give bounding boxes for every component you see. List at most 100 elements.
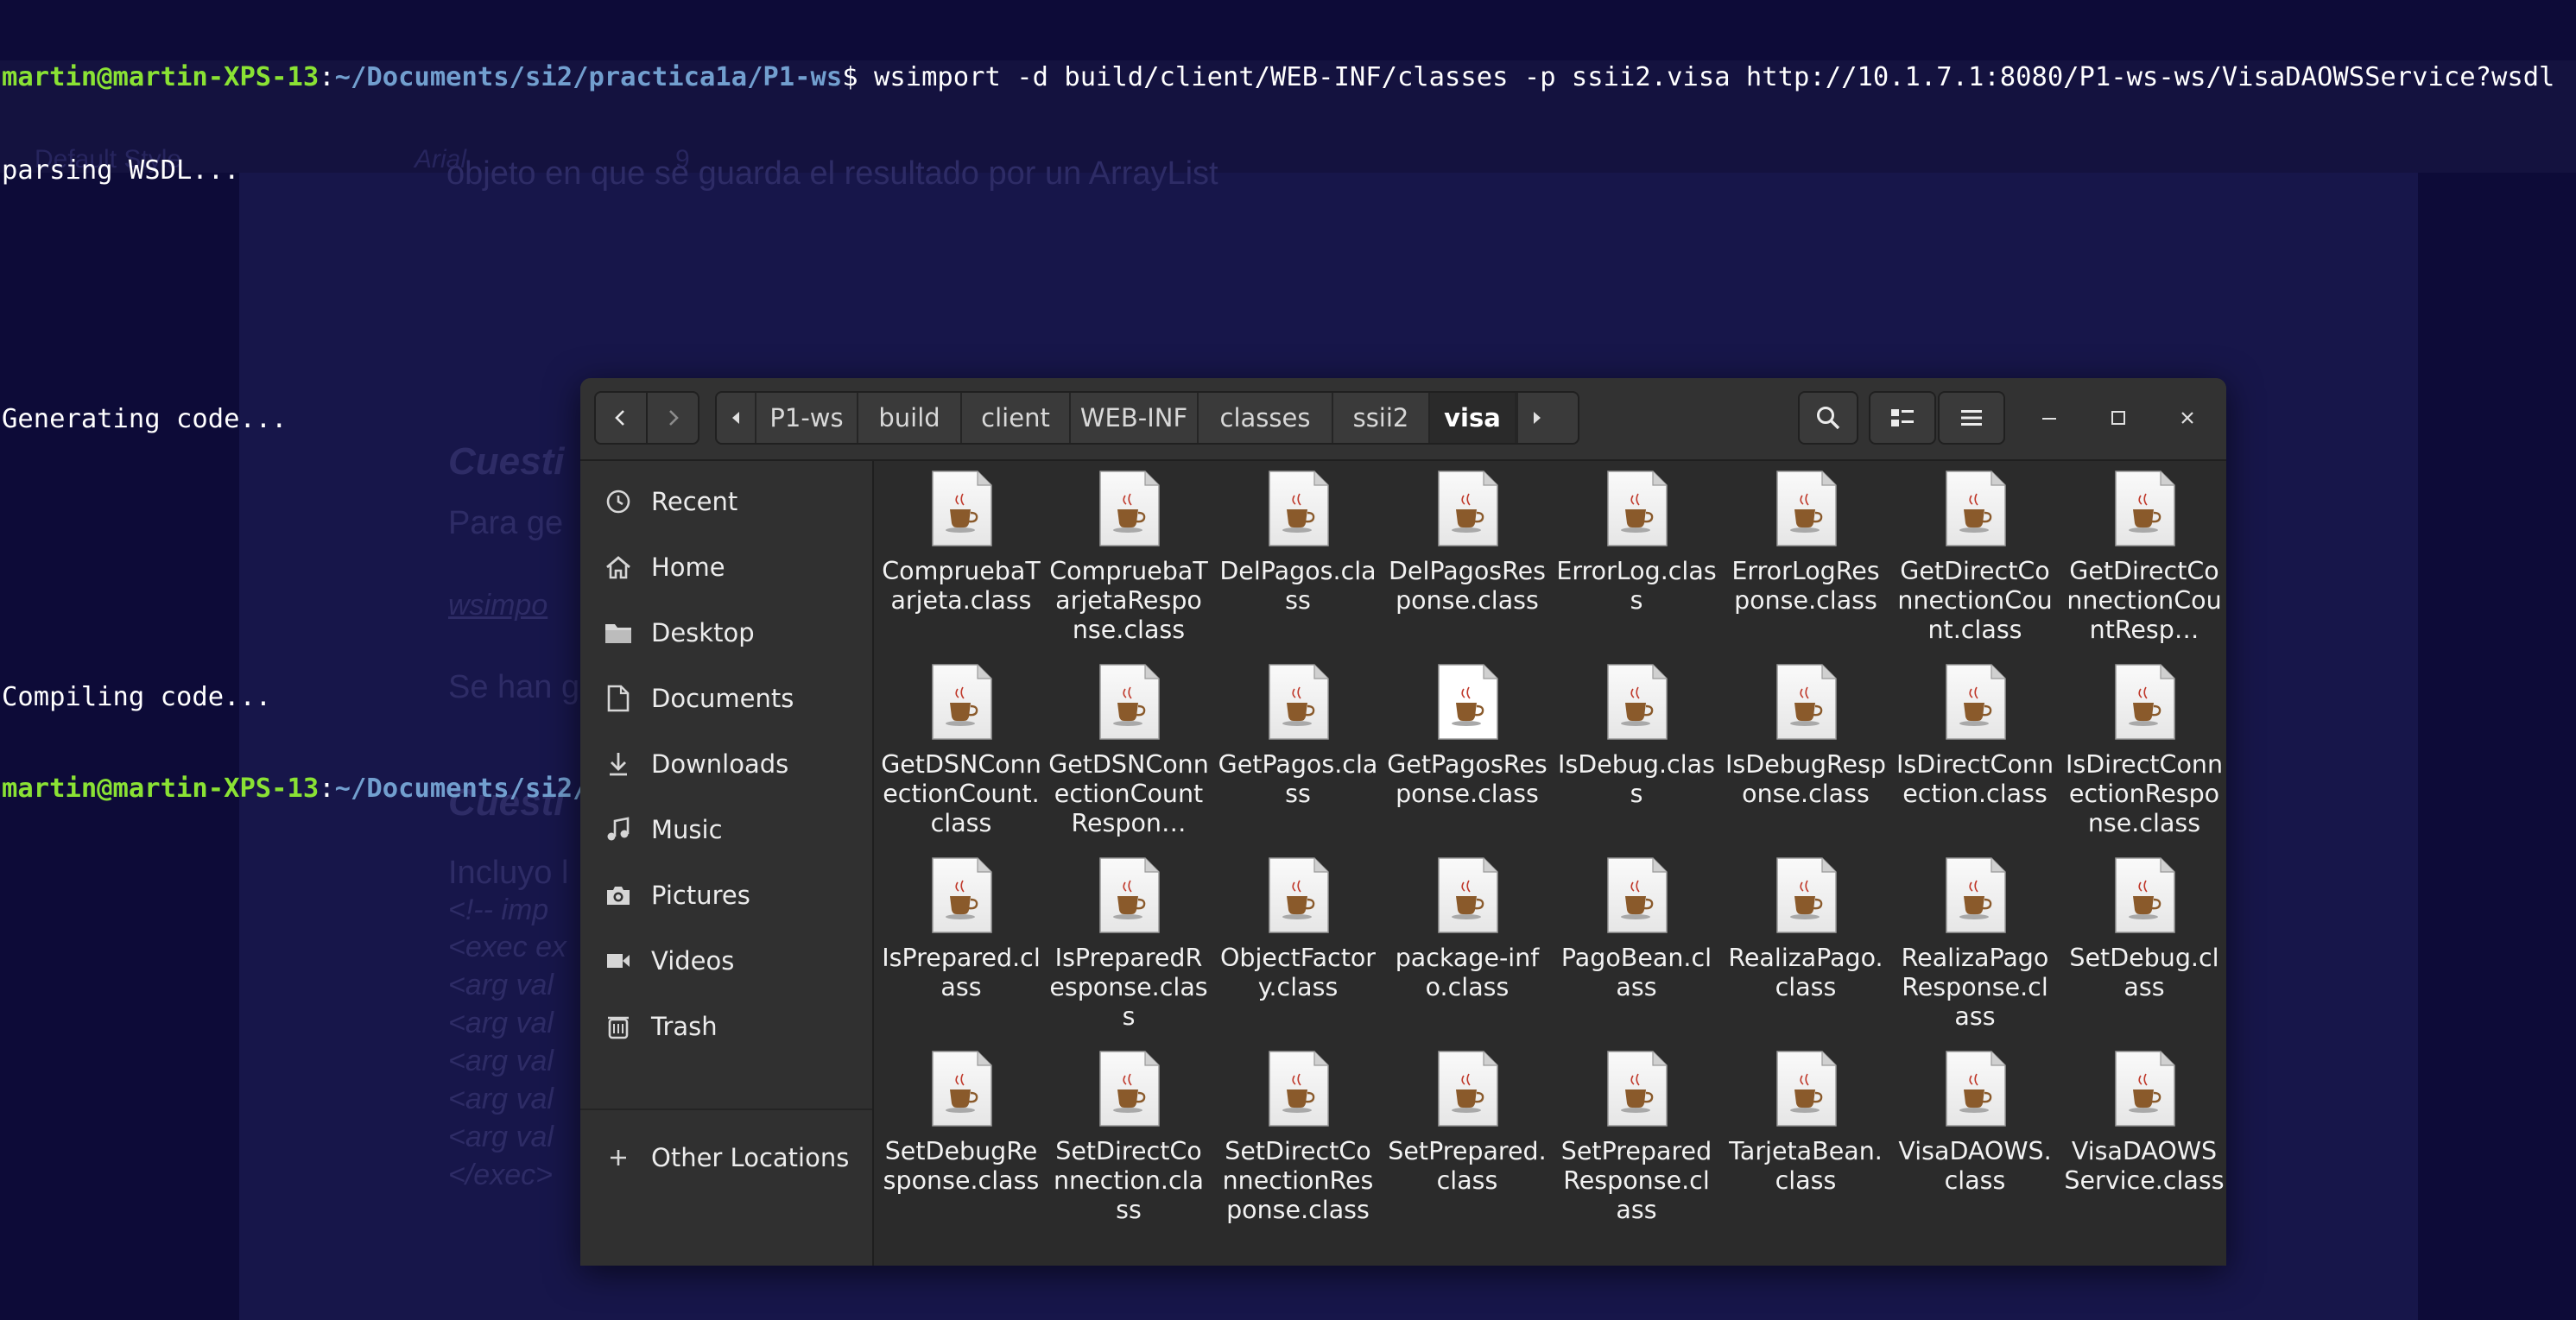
sidebar-item-home[interactable]: Home xyxy=(580,537,872,597)
file-item[interactable]: SetPrepare​dResponse.​class xyxy=(1556,1050,1717,1257)
file-item[interactable]: TarjetaBea​n.class xyxy=(1725,1050,1886,1257)
file-name: SetDebugR​esponse.​class xyxy=(883,1137,1040,1195)
breadcrumb-web-inf[interactable]: WEB-INF xyxy=(1071,393,1199,443)
back-button[interactable] xyxy=(594,391,648,445)
file-item[interactable]: IsDirectCon​nection.​class xyxy=(1895,663,2055,870)
file-item[interactable]: GetPagos.​class xyxy=(1218,663,1378,870)
prompt-dollar: $ xyxy=(842,62,874,92)
home-icon xyxy=(603,552,634,583)
file-item[interactable]: ObjectFact​ory.class xyxy=(1218,856,1378,1064)
view-toggle-button[interactable] xyxy=(1869,391,1936,445)
file-item[interactable]: ErrorLog.​class xyxy=(1556,470,1717,677)
file-item[interactable]: PagoBean.​class xyxy=(1556,856,1717,1064)
java-class-file-icon xyxy=(1269,857,1329,933)
file-item[interactable]: RealizaPag​oResponse.​class xyxy=(1895,856,2055,1064)
java-class-file-icon xyxy=(1438,1051,1498,1127)
background-code-line: <arg val xyxy=(448,1121,554,1153)
sidebar-item-label: Other Locations xyxy=(651,1143,850,1172)
file-item[interactable]: Comprueba​Tarjeta.​class xyxy=(881,470,1041,677)
file-item[interactable]: IsPrepared.​class xyxy=(881,856,1041,1064)
breadcrumb-ssii2[interactable]: ssii2 xyxy=(1333,393,1430,443)
file-name: IsDebug.​class xyxy=(1558,750,1715,808)
file-manager-window: P1-ws build client WEB-INF classes ssii2… xyxy=(580,378,2226,1266)
breadcrumb-build[interactable]: build xyxy=(858,393,962,443)
file-item[interactable]: GetDSNCon​nectionCou​ntRespon… xyxy=(1048,663,1209,870)
java-class-file-icon xyxy=(1269,1051,1329,1127)
music-icon xyxy=(603,814,634,845)
sidebar-item-documents[interactable]: Documents xyxy=(580,668,872,729)
file-item[interactable]: RealizaPag​o.class xyxy=(1725,856,1886,1064)
file-item[interactable]: Comprueba​TarjetaRes​ponse.class xyxy=(1048,470,1209,677)
file-name: ErrorLogRe​sponse.​class xyxy=(1731,557,1880,615)
file-item[interactable]: IsDebug.​class xyxy=(1556,663,1717,870)
maximize-button[interactable] xyxy=(2092,391,2145,445)
sidebar-item-desktop[interactable]: Desktop xyxy=(580,603,872,663)
file-item[interactable]: VisaDAOW​S.class xyxy=(1895,1050,2055,1257)
menu-button[interactable] xyxy=(1938,391,2005,445)
java-class-file-icon xyxy=(1099,1051,1160,1127)
sidebar-item-label: Documents xyxy=(651,684,794,713)
file-item[interactable]: ErrorLogRe​sponse.​class xyxy=(1725,470,1886,677)
sidebar-item-label: Videos xyxy=(651,946,735,976)
file-item[interactable]: DelPagosR​esponse.​class xyxy=(1387,470,1547,677)
file-item[interactable]: VisaDAOW​SService.​class xyxy=(2064,1050,2225,1257)
chevron-right-icon xyxy=(669,410,679,426)
sidebar-item-music[interactable]: Music xyxy=(580,799,872,860)
java-class-file-icon xyxy=(932,664,992,740)
sidebar-item-label: Recent xyxy=(651,487,738,516)
file-name: TarjetaBea​n.class xyxy=(1729,1137,1883,1195)
breadcrumb-p1-ws[interactable]: P1-ws xyxy=(756,393,858,443)
java-class-file-icon xyxy=(1776,664,1837,740)
forward-button[interactable] xyxy=(646,391,699,445)
background-code-line: <arg val xyxy=(448,1045,554,1077)
file-item[interactable]: SetDirectC​onnectionR​esponse.​class xyxy=(1218,1050,1378,1257)
java-class-file-icon xyxy=(1099,664,1160,740)
background-code-line: <arg val xyxy=(448,969,554,1001)
file-item[interactable]: IsPrepared​Response.​class xyxy=(1048,856,1209,1064)
sidebar-item-downloads[interactable]: Downloads xyxy=(580,734,872,794)
breadcrumb-scroll-right[interactable] xyxy=(1516,393,1556,443)
file-item[interactable]: GetDSNCon​nectionCou​nt.class xyxy=(881,663,1041,870)
file-item[interactable]: GetDirectC​onnectionC​ountResp… xyxy=(2064,470,2225,677)
java-class-file-icon xyxy=(1607,857,1668,933)
java-class-file-icon xyxy=(1946,471,2006,546)
minimize-icon xyxy=(2042,418,2056,420)
hamburger-menu-icon xyxy=(1961,410,1982,426)
java-class-file-icon xyxy=(1776,857,1837,933)
java-class-file-icon xyxy=(2115,1051,2175,1127)
search-button[interactable] xyxy=(1798,391,1858,445)
file-name: RealizaPag​o.class xyxy=(1728,944,1883,1001)
java-class-file-icon xyxy=(1607,664,1668,740)
file-item[interactable]: GetPagosR​esponse.​class xyxy=(1387,663,1547,870)
java-class-file-icon xyxy=(1776,471,1837,546)
file-item[interactable]: SetPrepare​d.class xyxy=(1387,1050,1547,1257)
file-item[interactable]: package-​info.class xyxy=(1387,856,1547,1064)
breadcrumb-client[interactable]: client xyxy=(962,393,1071,443)
file-name: SetDirectC​onnection.​class xyxy=(1053,1137,1205,1224)
close-button[interactable] xyxy=(2161,391,2214,445)
document-icon xyxy=(603,683,634,714)
sidebar-item-trash[interactable]: Trash xyxy=(580,996,872,1057)
file-item[interactable]: IsDirectCon​nectionRes​ponse.class xyxy=(2064,663,2225,870)
file-name: Comprueba​Tarjeta.​class xyxy=(882,557,1041,615)
file-item[interactable]: GetDirectC​onnectionC​ount.class xyxy=(1895,470,2055,677)
minimize-button[interactable] xyxy=(2022,391,2076,445)
file-item[interactable]: SetDebug.​class xyxy=(2064,856,2225,1064)
file-grid[interactable]: Comprueba​Tarjeta.​class Comprueba​Tarjet… xyxy=(874,461,2226,1266)
sidebar-item-recent[interactable]: Recent xyxy=(580,471,872,532)
sidebar-item-pictures[interactable]: Pictures xyxy=(580,865,872,925)
breadcrumb-visa[interactable]: visa xyxy=(1430,393,1516,443)
file-item[interactable]: SetDirectC​onnection.​class xyxy=(1048,1050,1209,1257)
java-class-file-icon xyxy=(1269,664,1329,740)
java-class-file-icon xyxy=(1946,857,2006,933)
terminal-command-line: martin@martin-XPS-13:~/Documents/si2/pra… xyxy=(2,62,2554,93)
sidebar-item-other-locations[interactable]: Other Locations xyxy=(580,1127,872,1188)
breadcrumb-scroll-left[interactable] xyxy=(717,393,756,443)
sidebar-item-videos[interactable]: Videos xyxy=(580,931,872,991)
file-item[interactable]: IsDebugRes​ponse.class xyxy=(1725,663,1886,870)
breadcrumb-classes[interactable]: classes xyxy=(1199,393,1333,443)
file-item[interactable]: SetDebugR​esponse.​class xyxy=(881,1050,1041,1257)
java-class-file-icon xyxy=(1269,471,1329,546)
file-item[interactable]: DelPagos.​class xyxy=(1218,470,1378,677)
trash-icon xyxy=(603,1011,634,1042)
